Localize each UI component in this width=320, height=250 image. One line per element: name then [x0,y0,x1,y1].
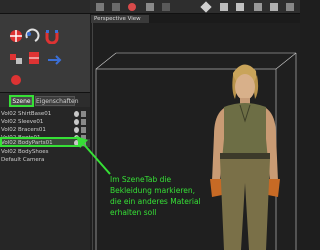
scale-tool-icon[interactable] [8,50,24,66]
grid-icon[interactable] [112,3,120,11]
annotation-line: Bekleidung markieren, [110,186,195,195]
snap-icon[interactable] [200,1,212,13]
viewport-toolbar [90,0,300,14]
list-item[interactable]: Vol02 ShirtBase01 [0,110,90,118]
annotation-line: die ein anderes Material [110,197,201,206]
scene-tab-highlight [9,95,34,107]
pointer-icon[interactable] [96,3,104,11]
scene-item-label: Vol02 Bracers01 [1,127,46,133]
tab-properties[interactable]: Eigenschaften [35,96,79,106]
record-icon[interactable] [128,3,136,11]
annotation-line: Im SzeneTab die [110,175,172,184]
viewport-tabbar: Perspective View [90,14,300,23]
move-tool-icon[interactable] [8,28,24,44]
annotation-text: Im SzeneTab die Bekleidung markieren, di… [110,174,230,218]
translate-tool-icon[interactable] [8,72,24,88]
tool-palette [0,14,90,92]
light-icon[interactable] [236,3,244,11]
scene-item-label: Vol02 Sleeve01 [1,119,44,125]
camera-icon[interactable] [146,3,154,11]
lock-icon[interactable] [81,119,86,125]
render-icon[interactable] [220,3,228,11]
magnet-tool-icon[interactable] [44,28,60,44]
scene-item-label: Default Camera [1,157,45,163]
scene-item-label: Vol02 ShirtBase01 [1,111,52,117]
lock-icon[interactable] [81,111,86,117]
settings-icon[interactable] [286,3,294,11]
view-icon[interactable] [162,3,170,11]
eye-icon[interactable] [74,119,79,125]
annotation-line: erhalten soll [110,208,157,217]
rotate-tool-icon[interactable] [24,28,40,44]
axis-icon[interactable] [254,3,262,11]
tab-perspective-view[interactable]: Perspective View [91,15,149,23]
taper-tool-icon[interactable] [46,52,62,68]
figure-character[interactable] [200,55,290,250]
selected-item-highlight [0,137,80,147]
list-item[interactable]: Vol02 Sleeve01 [0,118,90,126]
twist-tool-icon[interactable] [26,50,42,66]
layout-icon[interactable] [270,3,278,11]
left-toolbar-strip [0,0,90,14]
eye-icon[interactable] [74,111,79,117]
scene-item-label: Vol02 BodyShoes [1,149,49,155]
